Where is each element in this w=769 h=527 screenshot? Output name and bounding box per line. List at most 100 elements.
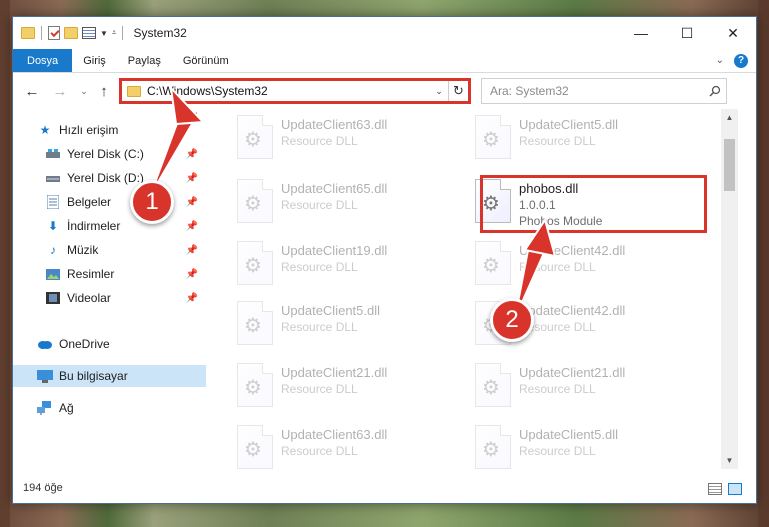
file-description: Resource DLL: [519, 382, 596, 396]
sidebar-item-local-disk-c[interactable]: Yerel Disk (C:) 📌: [13, 143, 206, 165]
gear-icon: ⚙: [482, 129, 500, 151]
view-switcher: [708, 483, 742, 495]
file-name: UpdateClient21.dll: [519, 365, 626, 380]
file-description: Resource DLL: [281, 320, 358, 334]
background-trunk: [758, 0, 769, 527]
sidebar-item-onedrive[interactable]: OneDrive: [13, 333, 206, 355]
sidebar-item-label: Müzik: [67, 243, 99, 257]
file-item[interactable]: ⚙ UpdateClient19.dll Resource DLL: [237, 241, 457, 295]
up-button[interactable]: ↑: [93, 80, 115, 102]
phobos-highlight-box: [480, 175, 707, 233]
view-options-icon[interactable]: [82, 27, 96, 39]
file-description: Resource DLL: [281, 198, 358, 212]
sidebar-item-label: Yerel Disk (D:): [67, 171, 144, 185]
file-description: Resource DLL: [281, 444, 358, 458]
pin-icon[interactable]: 📌: [186, 221, 198, 232]
sidebar-item-videolar[interactable]: Videolar 📌: [13, 287, 206, 309]
computer-icon: [37, 369, 53, 383]
expand-ribbon-icon[interactable]: ⌄: [716, 55, 724, 66]
gear-icon: ⚙: [482, 377, 500, 399]
tab-paylas[interactable]: Paylaş: [117, 49, 172, 72]
file-item[interactable]: ⚙ UpdateClient63.dll Resource DLL: [237, 425, 457, 469]
sidebar-item-this-pc[interactable]: Bu bilgisayar: [13, 365, 206, 387]
tiles-view-icon[interactable]: [728, 483, 742, 495]
quick-access-toolbar: ▼ ⩡: [21, 26, 125, 40]
pin-icon[interactable]: 📌: [186, 269, 198, 280]
file-item[interactable]: ⚙ UpdateClient21.dll Resource DLL: [475, 363, 695, 417]
toolbar-divider: [41, 26, 42, 40]
network-icon: [37, 401, 53, 415]
chevron-down-icon[interactable]: ▼: [100, 29, 108, 38]
file-name: UpdateClient65.dll: [281, 181, 388, 196]
sidebar-item-belgeler[interactable]: Belgeler 📌: [13, 191, 206, 213]
step-marker-2: 2: [490, 298, 534, 342]
download-icon: ⬇: [47, 219, 59, 233]
file-name: UpdateClient42.dll: [519, 303, 626, 318]
scroll-up-arrow-icon[interactable]: ▲: [721, 109, 738, 126]
gear-icon: ⚙: [244, 193, 262, 215]
new-folder-icon[interactable]: [64, 27, 78, 39]
sidebar-item-network[interactable]: Ağ: [13, 397, 206, 419]
file-description: Resource DLL: [519, 444, 596, 458]
maximize-button[interactable]: ☐: [664, 17, 710, 49]
gear-icon: ⚙: [482, 255, 500, 277]
close-button[interactable]: ✕: [710, 17, 756, 49]
help-icon[interactable]: ?: [734, 53, 748, 68]
sidebar-item-indirmeler[interactable]: ⬇ İndirmeler 📌: [13, 215, 206, 237]
pin-icon[interactable]: 📌: [186, 245, 198, 256]
file-item[interactable]: ⚙ UpdateClient65.dll Resource DLL: [237, 179, 457, 233]
drive-icon: [45, 147, 61, 161]
pin-icon[interactable]: 📌: [186, 149, 198, 160]
pin-icon[interactable]: 📌: [186, 293, 198, 304]
vertical-scrollbar[interactable]: ▲ ▼: [721, 109, 738, 469]
pin-icon[interactable]: 📌: [186, 173, 198, 184]
properties-check-icon[interactable]: [48, 26, 60, 40]
tab-giris[interactable]: Giriş: [72, 49, 117, 72]
dll-file-icon: ⚙: [475, 115, 511, 159]
search-box[interactable]: [481, 78, 727, 104]
file-name: UpdateClient19.dll: [281, 243, 388, 258]
file-item[interactable]: ⚙ UpdateClient21.dll Resource DLL: [237, 363, 457, 417]
recent-locations-button[interactable]: ⌄: [77, 80, 91, 102]
back-button[interactable]: ←: [21, 80, 43, 102]
dll-file-icon: ⚙: [237, 425, 273, 469]
step-marker-1: 1: [130, 180, 174, 224]
sidebar-item-resimler[interactable]: Resimler 📌: [13, 263, 206, 285]
minimize-button[interactable]: —: [618, 17, 664, 49]
search-input[interactable]: [490, 84, 704, 98]
sidebar-item-muzik[interactable]: ♪ Müzik 📌: [13, 239, 206, 261]
refresh-button[interactable]: ↻: [448, 81, 468, 101]
scroll-down-arrow-icon[interactable]: ▼: [721, 452, 738, 469]
tab-gorunum[interactable]: Görünüm: [172, 49, 240, 72]
file-description: Resource DLL: [281, 134, 358, 148]
gear-icon: ⚙: [244, 439, 262, 461]
sidebar-item-quick-access[interactable]: ★ Hızlı erişim: [13, 119, 206, 141]
dll-file-icon: ⚙: [475, 363, 511, 407]
scroll-thumb[interactable]: [724, 139, 735, 191]
details-view-icon[interactable]: [708, 483, 722, 495]
navigation-pane: ★ Hızlı erişim Yerel Disk (C:) 📌 Yerel D…: [13, 109, 206, 469]
search-icon[interactable]: [704, 85, 726, 97]
sidebar-item-local-disk-d[interactable]: Yerel Disk (D:) 📌: [13, 167, 206, 189]
file-description: Resource DLL: [281, 382, 358, 396]
pin-icon[interactable]: 📌: [186, 197, 198, 208]
address-path[interactable]: C:\Windows\System32: [147, 84, 430, 98]
chevron-down-icon[interactable]: ⌄: [430, 86, 448, 97]
gear-icon: ⚙: [244, 377, 262, 399]
forward-button[interactable]: →: [49, 80, 71, 102]
file-description: Resource DLL: [519, 320, 596, 334]
dll-file-icon: ⚙: [475, 425, 511, 469]
file-item[interactable]: ⚙ UpdateClient5.dll Resource DLL: [237, 301, 457, 355]
file-item[interactable]: ⚙ UpdateClient63.dll Resource DLL: [237, 115, 457, 169]
tab-dosya[interactable]: Dosya: [13, 49, 73, 72]
file-item[interactable]: ⚙ UpdateClient5.dll Resource DLL: [475, 425, 695, 469]
dll-file-icon: ⚙: [475, 241, 511, 285]
window-title: System32: [133, 26, 187, 40]
address-bar[interactable]: C:\Windows\System32 ⌄ ↻: [119, 78, 471, 104]
customize-toolbar-icon[interactable]: ⩡: [112, 28, 117, 38]
window-controls: — ☐ ✕: [618, 17, 756, 49]
gear-icon: ⚙: [244, 315, 262, 337]
file-item[interactable]: ⚙ UpdateClient42.dll Resource DLL: [475, 241, 695, 295]
file-item[interactable]: ⚙ UpdateClient5.dll Resource DLL: [475, 115, 695, 169]
title-bar: ▼ ⩡ System32 — ☐ ✕: [13, 17, 756, 49]
